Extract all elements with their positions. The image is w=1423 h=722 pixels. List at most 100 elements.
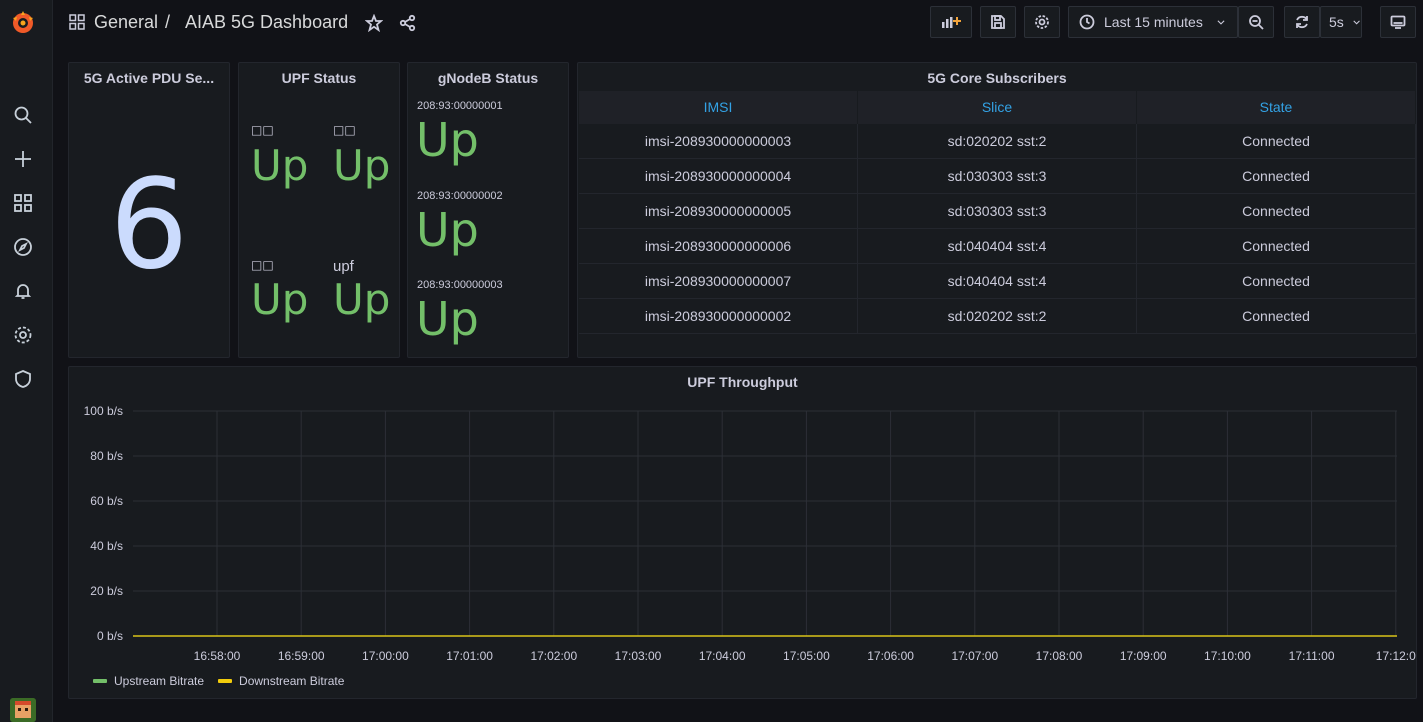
table-cell: imsi-208930000000003 <box>579 124 858 158</box>
chevron-down-icon <box>1217 20 1225 25</box>
gnodeb-label: 208:93:00000003 <box>417 279 503 291</box>
gnodeb-status-panel: gNodeB Status 208:93:00000001 Up 208:93:… <box>407 62 569 358</box>
top-bar: General / AIAB 5G Dashboard Last 15 minu… <box>53 0 1423 44</box>
plus-icon[interactable] <box>11 147 35 171</box>
legend-swatch <box>93 679 107 683</box>
legend-item-downstream[interactable]: Downstream Bitrate <box>218 674 344 688</box>
table-cell: Connected <box>1137 229 1416 263</box>
x-tick-label: 17:09:00 <box>1120 649 1167 663</box>
y-tick-label: 40 b/s <box>90 539 123 553</box>
upf-label: □□ <box>333 123 356 137</box>
y-tick-label: 100 b/s <box>84 404 123 418</box>
x-tick-label: 16:58:00 <box>194 649 241 663</box>
panel-title[interactable]: gNodeB Status <box>408 70 568 86</box>
pdu-sessions-value: 6 <box>109 153 189 297</box>
x-tick-label: 17:08:00 <box>1036 649 1083 663</box>
table-cell: Connected <box>1137 299 1416 333</box>
column-header-state[interactable]: State <box>1137 91 1416 124</box>
save-button[interactable] <box>980 6 1016 38</box>
table-cell: sd:030303 sst:3 <box>858 159 1137 193</box>
refresh-interval-label: 5s <box>1329 14 1344 30</box>
search-icon[interactable] <box>11 103 35 127</box>
chart-legend: Upstream Bitrate Downstream Bitrate <box>93 674 344 688</box>
refresh-button[interactable] <box>1284 6 1320 38</box>
x-tick-label: 17:05:00 <box>783 649 830 663</box>
table-cell: imsi-208930000000002 <box>579 299 858 333</box>
y-tick-label: 20 b/s <box>90 584 123 598</box>
panel-title[interactable]: 5G Core Subscribers <box>578 70 1416 86</box>
x-tick-label: 17:12:0 <box>1376 649 1416 663</box>
x-tick-label: 17:00:00 <box>362 649 409 663</box>
y-tick-label: 60 b/s <box>90 494 123 508</box>
x-tick-label: 17:07:00 <box>951 649 998 663</box>
upf-status-panel: UPF Status □□ Up □□ Up □□ Up upf Up <box>238 62 400 358</box>
bell-icon[interactable] <box>11 279 35 303</box>
refresh-interval-picker[interactable]: 5s <box>1320 6 1362 38</box>
share-icon[interactable] <box>399 14 417 32</box>
time-range-picker[interactable]: Last 15 minutes <box>1068 6 1238 38</box>
x-tick-label: 17:02:00 <box>530 649 577 663</box>
shield-icon[interactable] <box>11 367 35 391</box>
x-tick-label: 16:59:00 <box>278 649 325 663</box>
chevron-down-icon <box>1353 20 1360 25</box>
grafana-logo-icon[interactable] <box>9 9 37 37</box>
upf-label: □□ <box>251 123 274 137</box>
table-cell: sd:040404 sst:4 <box>858 229 1137 263</box>
column-header-imsi[interactable]: IMSI <box>579 91 858 124</box>
star-icon[interactable] <box>364 13 384 33</box>
gnodeb-status-value: Up <box>416 203 479 257</box>
table-cell: sd:020202 sst:2 <box>858 124 1137 158</box>
legend-item-upstream[interactable]: Upstream Bitrate <box>93 674 204 688</box>
table-cell: Connected <box>1137 124 1416 158</box>
panel-title[interactable]: UPF Status <box>239 70 399 86</box>
page-title[interactable]: AIAB 5G Dashboard <box>185 12 348 33</box>
gnodeb-label: 208:93:00000002 <box>417 190 503 202</box>
y-tick-label: 80 b/s <box>90 449 123 463</box>
throughput-chart: 100 b/s 80 b/s 60 b/s 40 b/s 20 b/s 0 b/s 16:5… <box>84 404 1416 663</box>
compass-icon[interactable] <box>11 235 35 259</box>
time-range-label: Last 15 minutes <box>1104 14 1203 30</box>
upf-status-value: Up <box>333 141 391 190</box>
subscribers-panel: 5G Core Subscribers IMSI Slice State ims… <box>577 62 1417 358</box>
table-cell: Connected <box>1137 264 1416 298</box>
gnodeb-status-value: Up <box>416 292 479 346</box>
table-cell: Connected <box>1137 159 1416 193</box>
clock-icon <box>1079 14 1095 30</box>
x-tick-label: 17:01:00 <box>446 649 493 663</box>
table-cell: imsi-208930000000007 <box>579 264 858 298</box>
y-tick-label: 0 b/s <box>97 629 123 643</box>
table-cell: imsi-208930000000004 <box>579 159 858 193</box>
gnodeb-label: 208:93:00000001 <box>417 100 503 112</box>
legend-swatch <box>218 679 233 683</box>
legend-label: Downstream Bitrate <box>239 674 345 688</box>
breadcrumb-separator: / <box>165 12 171 32</box>
x-tick-label: 17:03:00 <box>615 649 662 663</box>
gnodeb-status-value: Up <box>416 113 479 167</box>
table-cell: Connected <box>1137 194 1416 228</box>
tv-mode-button[interactable] <box>1380 6 1416 38</box>
panel-title[interactable]: 5G Active PDU Se... <box>69 70 229 86</box>
gear-icon[interactable] <box>11 323 35 347</box>
dashboards-icon[interactable] <box>11 191 35 215</box>
avatar[interactable] <box>10 698 36 722</box>
table-row: imsi-208930000000006 sd:040404 sst:4 Con… <box>579 229 1416 264</box>
add-panel-button[interactable] <box>930 6 972 38</box>
x-tick-label: 17:11:00 <box>1289 649 1335 663</box>
breadcrumb-folder[interactable]: General <box>94 12 158 33</box>
upf-throughput-panel: UPF Throughput 100 b/s 80 b/s 60 b/s 40 b/s… <box>68 366 1417 699</box>
column-header-slice[interactable]: Slice <box>858 91 1137 124</box>
zoom-out-button[interactable] <box>1238 6 1274 38</box>
upf-label: □□ <box>251 258 274 272</box>
table-row: imsi-208930000000007 sd:040404 sst:4 Con… <box>579 264 1416 299</box>
upf-status-value: Up <box>251 275 309 324</box>
table-cell: sd:030303 sst:3 <box>858 194 1137 228</box>
settings-button[interactable] <box>1024 6 1060 38</box>
table-row: imsi-208930000000005 sd:030303 sst:3 Con… <box>579 194 1416 229</box>
pdu-sessions-panel: 5G Active PDU Se... 6 <box>68 62 230 358</box>
upf-status-value: Up <box>333 275 391 324</box>
x-tick-label: 17:04:00 <box>699 649 746 663</box>
table-row: imsi-208930000000003 sd:020202 sst:2 Con… <box>579 124 1416 159</box>
x-tick-label: 17:06:00 <box>867 649 914 663</box>
dashboard-grid-icon <box>69 14 85 30</box>
table-row: imsi-208930000000002 sd:020202 sst:2 Con… <box>579 299 1416 334</box>
